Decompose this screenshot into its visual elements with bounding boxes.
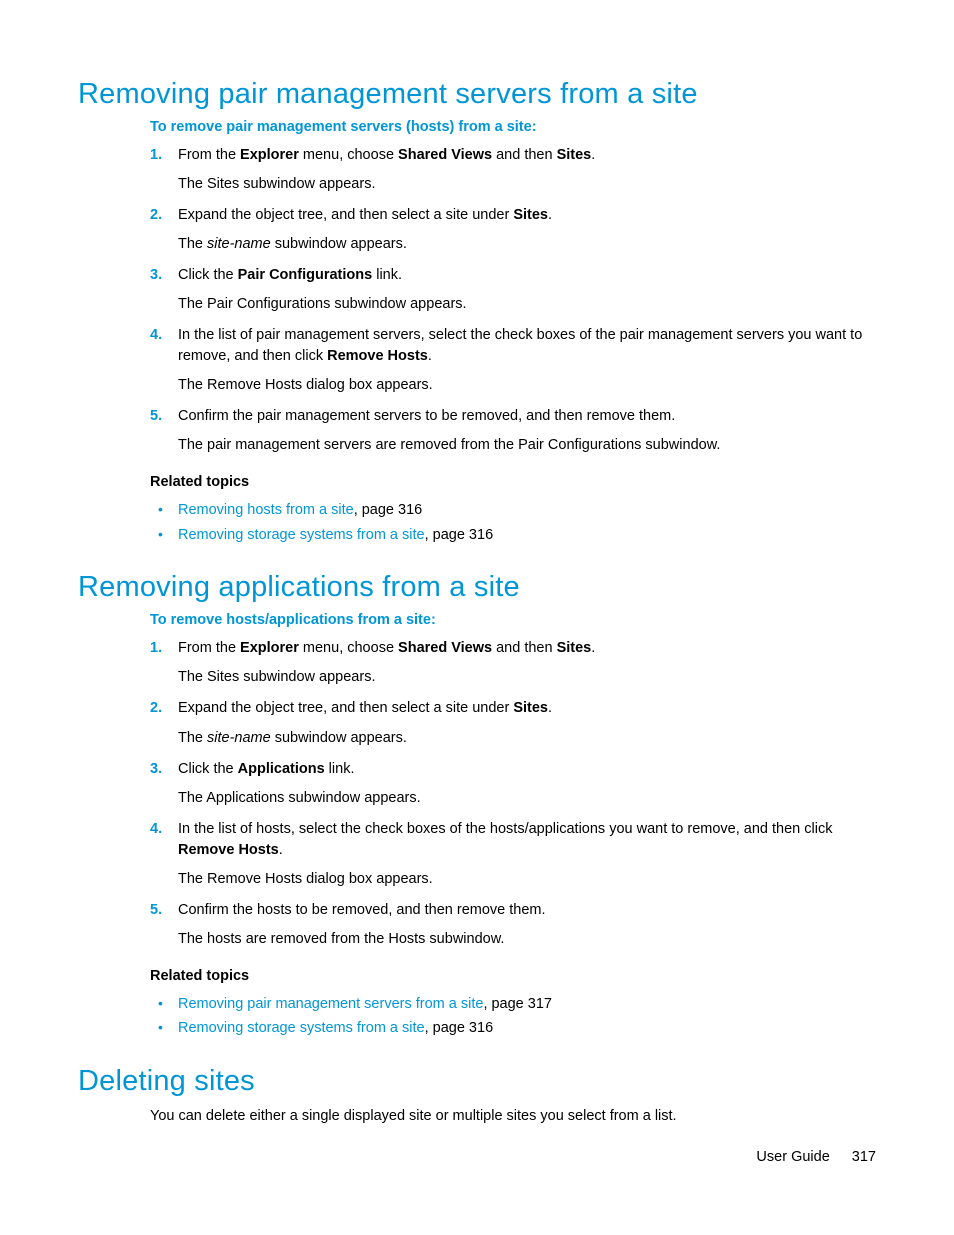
step-result: The Applications subwindow appears. (178, 788, 876, 809)
procedure-steps: From the Explorer menu, choose Shared Vi… (150, 638, 876, 949)
footer-label: User Guide (756, 1149, 829, 1165)
related-suffix: , page 316 (425, 1020, 494, 1036)
related-link[interactable]: Removing storage systems from a site (178, 527, 425, 543)
step-item: In the list of hosts, select the check b… (150, 819, 876, 890)
procedure-steps: From the Explorer menu, choose Shared Vi… (150, 145, 876, 456)
step-result: The Pair Configurations subwindow appear… (178, 294, 876, 315)
step-text: Confirm the pair management servers to b… (178, 408, 675, 424)
step-result: The site-name subwindow appears. (178, 728, 876, 749)
related-topics-heading: Related topics (150, 474, 876, 490)
procedure-intro: To remove pair management servers (hosts… (150, 119, 876, 135)
step-result: The Sites subwindow appears. (178, 667, 876, 688)
related-link[interactable]: Removing pair management servers from a … (178, 996, 483, 1012)
related-topics-list: Removing hosts from a site, page 316 Rem… (150, 498, 876, 547)
heading-removing-applications: Removing applications from a site (78, 571, 876, 604)
step-item: Expand the object tree, and then select … (150, 205, 876, 255)
step-item: Confirm the hosts to be removed, and the… (150, 900, 876, 950)
related-item: Removing storage systems from a site, pa… (150, 1016, 876, 1041)
related-topics-list: Removing pair management servers from a … (150, 992, 876, 1041)
page-number: 317 (852, 1149, 876, 1165)
step-text: Confirm the hosts to be removed, and the… (178, 902, 546, 918)
step-item: From the Explorer menu, choose Shared Vi… (150, 145, 876, 195)
step-item: In the list of pair management servers, … (150, 325, 876, 396)
step-result: The site-name subwindow appears. (178, 234, 876, 255)
procedure-intro: To remove hosts/applications from a site… (150, 612, 876, 628)
step-item: Confirm the pair management servers to b… (150, 406, 876, 456)
related-link[interactable]: Removing storage systems from a site (178, 1020, 425, 1036)
step-item: Expand the object tree, and then select … (150, 698, 876, 748)
step-text: In the list of pair management servers, … (178, 327, 862, 364)
document-page: Removing pair management servers from a … (0, 0, 954, 1235)
related-suffix: , page 316 (354, 502, 423, 518)
heading-deleting-sites: Deleting sites (78, 1065, 876, 1098)
step-text: Click the Applications link. (178, 761, 354, 777)
page-footer: User Guide 317 (756, 1149, 876, 1165)
step-item: From the Explorer menu, choose Shared Vi… (150, 638, 876, 688)
heading-removing-pair-mgmt: Removing pair management servers from a … (78, 78, 876, 111)
step-text: From the Explorer menu, choose Shared Vi… (178, 147, 595, 163)
related-suffix: , page 317 (483, 996, 552, 1012)
related-item: Removing pair management servers from a … (150, 992, 876, 1017)
step-text: In the list of hosts, select the check b… (178, 821, 832, 858)
step-result: The Remove Hosts dialog box appears. (178, 375, 876, 396)
step-text: Expand the object tree, and then select … (178, 207, 552, 223)
step-result: The hosts are removed from the Hosts sub… (178, 929, 876, 950)
related-item: Removing hosts from a site, page 316 (150, 498, 876, 523)
step-result: The Remove Hosts dialog box appears. (178, 869, 876, 890)
step-text: From the Explorer menu, choose Shared Vi… (178, 640, 595, 656)
step-text: Expand the object tree, and then select … (178, 700, 552, 716)
related-item: Removing storage systems from a site, pa… (150, 523, 876, 548)
step-item: Click the Pair Configurations link. The … (150, 265, 876, 315)
step-result: The Sites subwindow appears. (178, 174, 876, 195)
step-item: Click the Applications link. The Applica… (150, 759, 876, 809)
related-topics-heading: Related topics (150, 968, 876, 984)
related-suffix: , page 316 (425, 527, 494, 543)
step-result: The pair management servers are removed … (178, 435, 876, 456)
step-text: Click the Pair Configurations link. (178, 267, 402, 283)
body-paragraph: You can delete either a single displayed… (150, 1106, 876, 1127)
related-link[interactable]: Removing hosts from a site (178, 502, 354, 518)
